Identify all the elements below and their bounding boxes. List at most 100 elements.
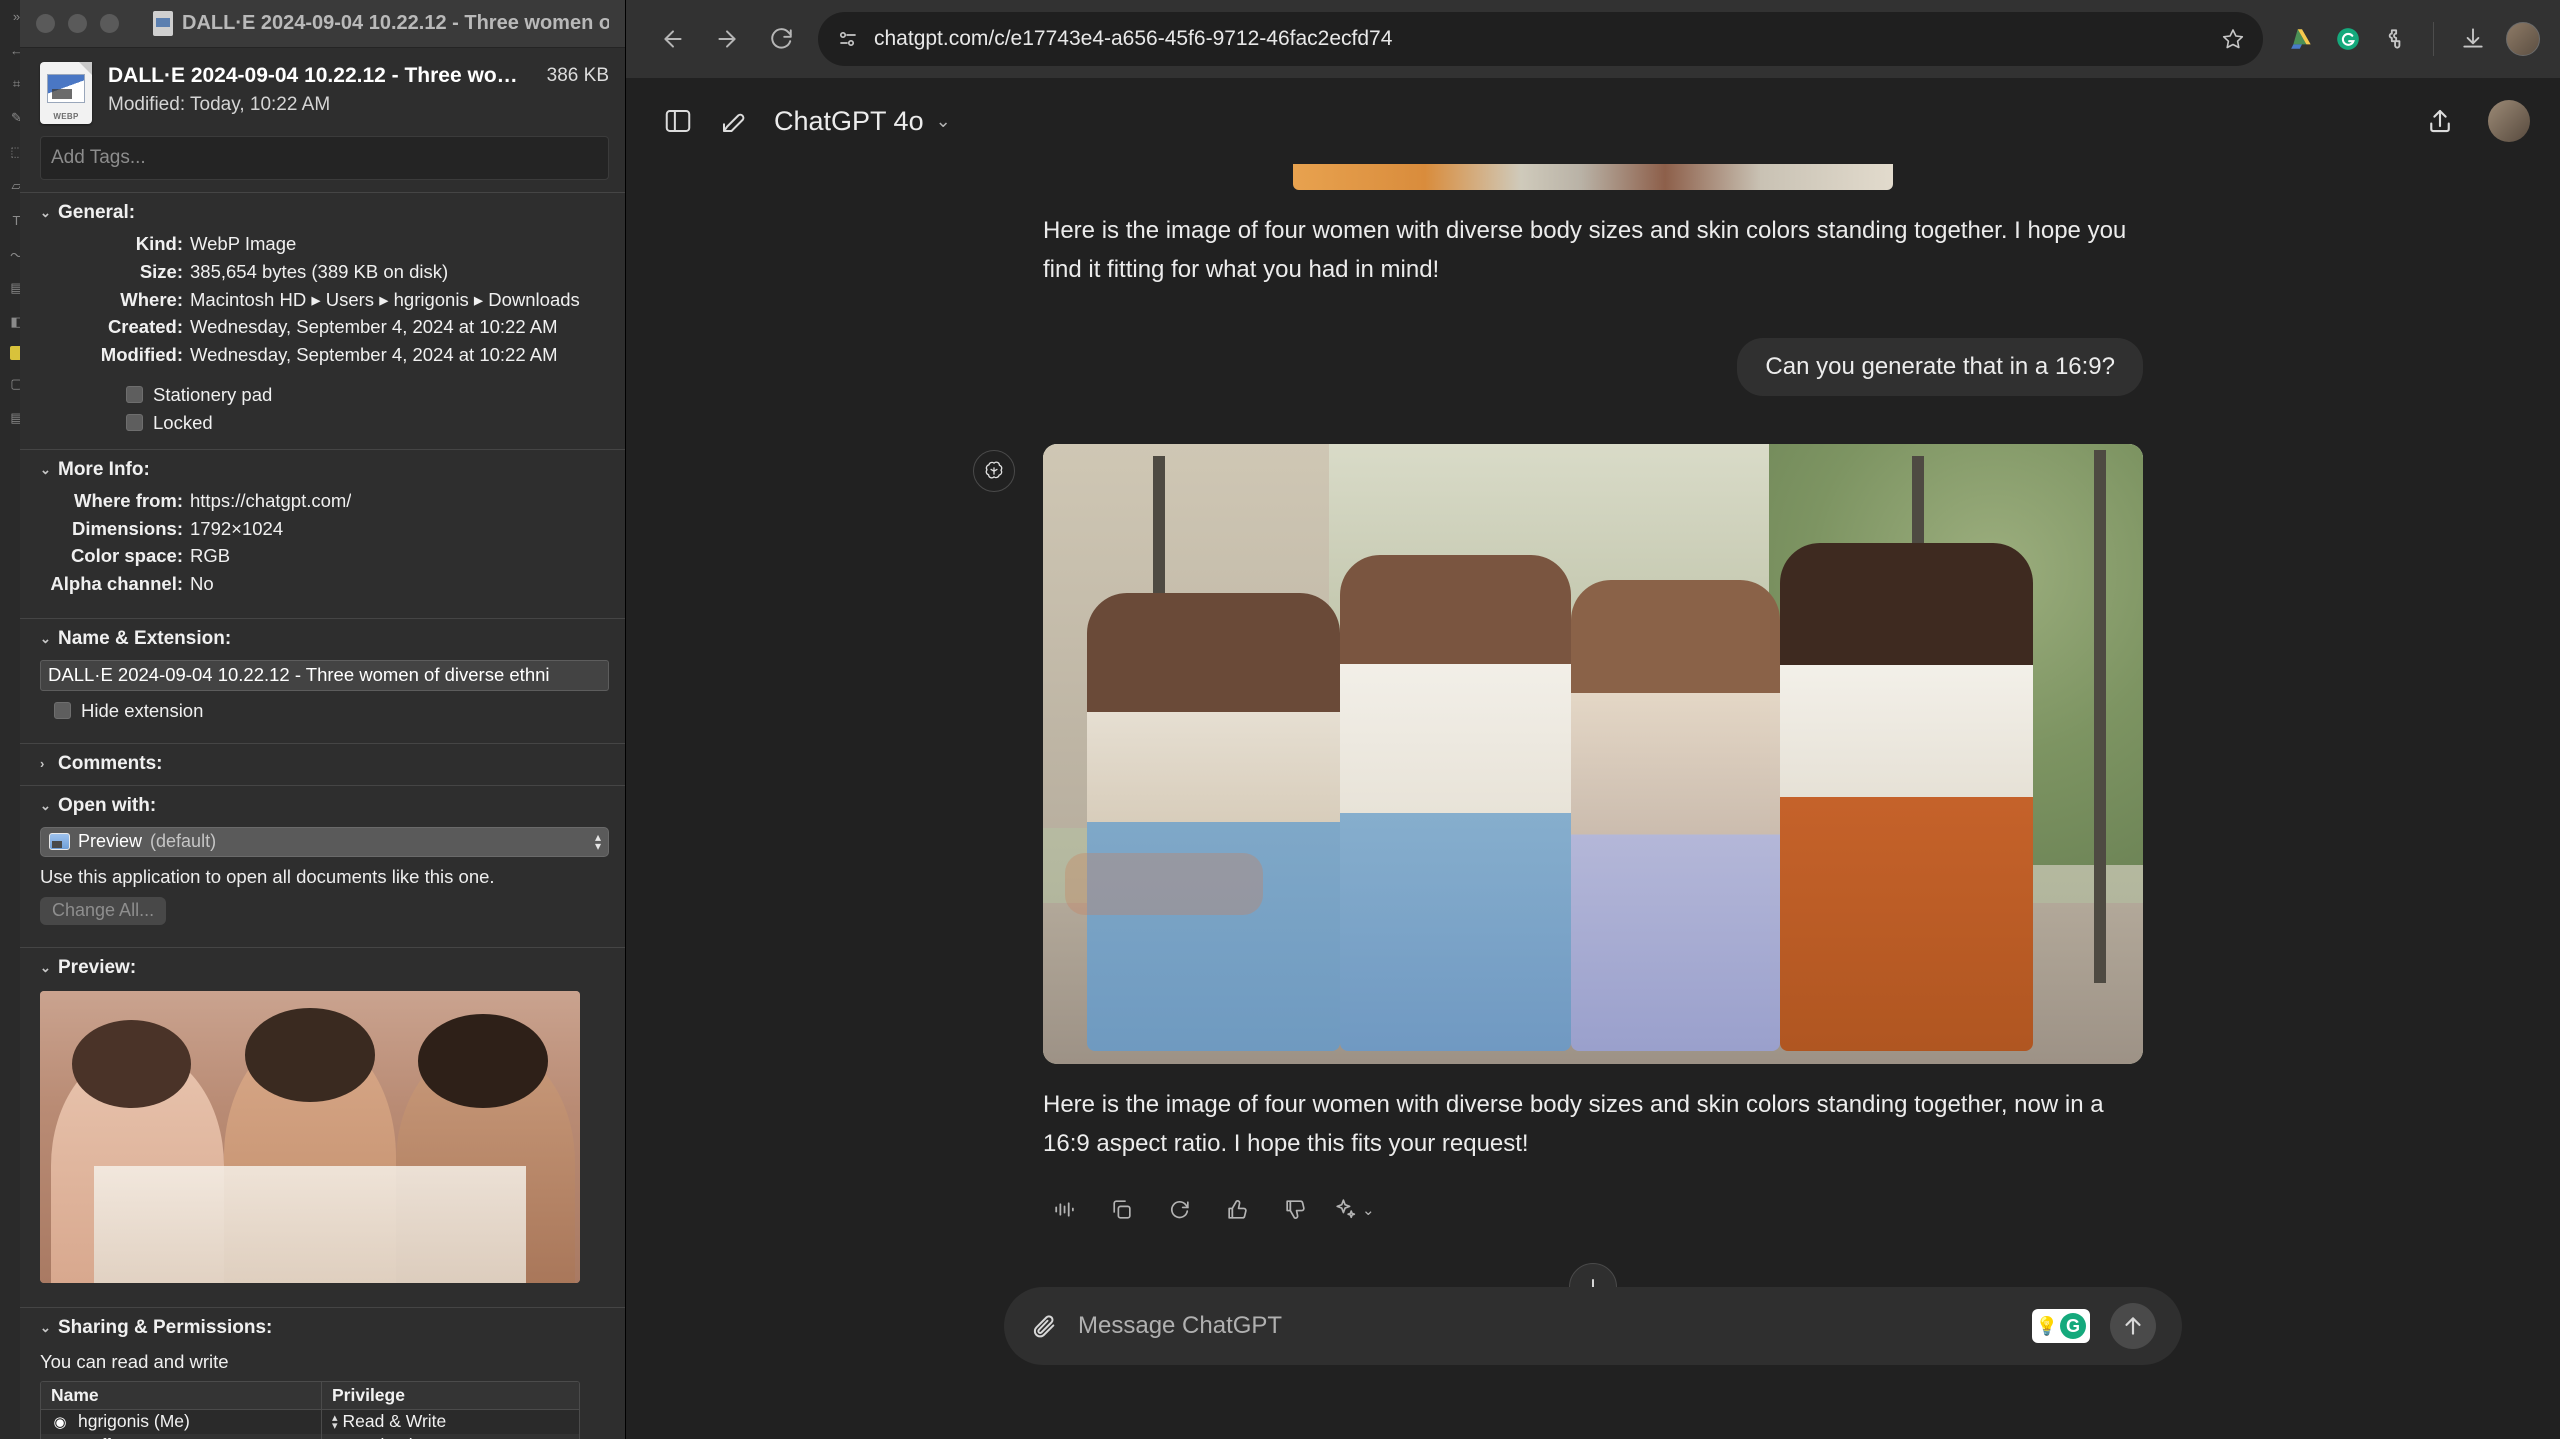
- row-color-space-key: Color space:: [40, 542, 190, 570]
- add-tags-field[interactable]: Add Tags...: [40, 136, 609, 180]
- section-more-info-header[interactable]: ⌄ More Info:: [40, 450, 609, 487]
- change-all-button[interactable]: Change All...: [40, 897, 166, 925]
- permission-name-cell: 👥 staff: [41, 1435, 321, 1439]
- minimize-button[interactable]: [68, 14, 87, 33]
- read-aloud-icon[interactable]: [1043, 1190, 1083, 1230]
- chevron-right-icon: ›: [40, 756, 50, 771]
- thumbs-down-icon[interactable]: [1275, 1190, 1315, 1230]
- hide-extension-row[interactable]: Hide extension: [40, 697, 609, 725]
- copy-icon[interactable]: [1101, 1190, 1141, 1230]
- regenerate-icon[interactable]: [1159, 1190, 1199, 1230]
- extensions-icon[interactable]: [2381, 26, 2407, 52]
- figure-3: [1571, 580, 1780, 1051]
- stationery-pad-checkbox[interactable]: [126, 386, 143, 403]
- previous-image-bottom-edge: [1293, 164, 1893, 190]
- webp-file-icon: WEBP: [40, 62, 92, 124]
- reload-icon[interactable]: [754, 12, 808, 66]
- permission-name: hgrigonis (Me): [78, 1411, 190, 1432]
- chevron-down-icon: ⌄: [40, 205, 50, 221]
- new-chat-icon[interactable]: [712, 99, 756, 143]
- section-sharing-header[interactable]: ⌄ Sharing & Permissions:: [40, 1308, 609, 1345]
- openai-logo-icon: [973, 450, 1015, 492]
- browser-extensions: [2289, 22, 2540, 56]
- model-selector[interactable]: ChatGPT 4o ⌄: [774, 106, 951, 137]
- window-controls[interactable]: [36, 14, 119, 33]
- stationery-pad-row[interactable]: Stationery pad: [40, 381, 609, 409]
- attach-icon[interactable]: [1030, 1312, 1058, 1340]
- permission-name-cell: ◉ hgrigonis (Me): [41, 1411, 321, 1432]
- back-icon[interactable]: [646, 12, 700, 66]
- assistant-message-2-block: Here is the image of four women with div…: [1043, 444, 2143, 1230]
- share-icon[interactable]: [2418, 99, 2462, 143]
- row-where-from: Where from: https://chatgpt.com/: [40, 487, 609, 515]
- section-name-extension-header[interactable]: ⌄ Name & Extension:: [40, 619, 609, 656]
- permission-privilege-cell[interactable]: ▴▾ Read & Write: [321, 1410, 579, 1434]
- stepper-icon[interactable]: ▴▾: [595, 833, 601, 851]
- avatar[interactable]: [2488, 100, 2530, 142]
- user-message-row: Can you generate that in a 16:9?: [1043, 338, 2143, 396]
- hide-extension-checkbox[interactable]: [54, 702, 71, 719]
- star-icon[interactable]: [2221, 27, 2245, 51]
- locked-row[interactable]: Locked: [40, 409, 609, 437]
- download-icon[interactable]: [2460, 26, 2486, 52]
- row-created-key: Created:: [40, 313, 190, 341]
- section-preview: ⌄ Preview:: [20, 948, 625, 1295]
- message-input[interactable]: Message ChatGPT: [1078, 1312, 2012, 1340]
- section-comments-header[interactable]: › Comments:: [40, 744, 609, 781]
- row-size-key: Size:: [40, 258, 190, 286]
- send-button[interactable]: [2110, 1303, 2156, 1349]
- profile-icon[interactable]: [2506, 22, 2540, 56]
- figure-2: [1340, 555, 1571, 1051]
- finder-titlebar: DALL·E 2024-09-04 10.22.12 - Three women…: [20, 0, 625, 48]
- row-modified-key: Modified:: [40, 341, 190, 369]
- table-row[interactable]: ◉ hgrigonis (Me) ▴▾ Read & Write: [41, 1410, 579, 1434]
- col-name-header: Name: [41, 1385, 321, 1406]
- forward-icon[interactable]: [700, 12, 754, 66]
- section-preview-header[interactable]: ⌄ Preview:: [40, 948, 609, 985]
- chevron-down-icon: ⌄: [40, 798, 50, 814]
- permission-privilege-cell[interactable]: ▴▾ Read only: [321, 1434, 579, 1439]
- open-with-app: Preview: [78, 831, 142, 852]
- message-composer[interactable]: Message ChatGPT 💡 G: [1004, 1287, 2182, 1365]
- chatgpt-header: ChatGPT 4o ⌄: [626, 78, 2560, 164]
- chatgpt-page: ChatGPT 4o ⌄ Here is the image of four w…: [626, 78, 2560, 1439]
- site-settings-icon[interactable]: [836, 27, 860, 51]
- file-name-input[interactable]: DALL·E 2024-09-04 10.22.12 - Three women…: [40, 660, 609, 691]
- address-bar[interactable]: chatgpt.com/c/e17743e4-a656-45f6-9712-46…: [818, 12, 2263, 66]
- permissions-table: Name Privilege ◉ hgrigonis (Me) ▴▾ Read …: [40, 1381, 580, 1439]
- browser-toolbar: chatgpt.com/c/e17743e4-a656-45f6-9712-46…: [626, 0, 2560, 78]
- conversation-thread[interactable]: Here is the image of four women with div…: [626, 164, 2560, 1269]
- section-name-extension: ⌄ Name & Extension: DALL·E 2024-09-04 10…: [20, 619, 625, 731]
- thumbs-up-icon[interactable]: [1217, 1190, 1257, 1230]
- row-alpha-channel: Alpha channel: No: [40, 570, 609, 598]
- close-button[interactable]: [36, 14, 55, 33]
- table-row[interactable]: 👥 staff ▴▾ Read only: [41, 1434, 579, 1439]
- generated-image[interactable]: [1043, 444, 2143, 1064]
- row-dimensions-value: 1792×1024: [190, 515, 283, 543]
- grammarly-badge[interactable]: 💡 G: [2032, 1309, 2090, 1343]
- chevron-down-icon: ⌄: [40, 462, 50, 478]
- stationery-pad-label: Stationery pad: [153, 384, 272, 406]
- open-with-select[interactable]: Preview (default) ▴▾: [40, 827, 609, 857]
- chevron-down-icon: ⌄: [40, 631, 50, 647]
- section-more-info-title: More Info:: [58, 459, 150, 481]
- grammarly-icon[interactable]: [2335, 26, 2361, 52]
- stepper-icon[interactable]: ▴▾: [332, 1414, 338, 1430]
- row-kind-value: WebP Image: [190, 230, 296, 258]
- zoom-button[interactable]: [100, 14, 119, 33]
- section-preview-title: Preview:: [58, 957, 136, 979]
- row-where-value: Macintosh HD ▸ Users ▸ hgrigonis ▸ Downl…: [190, 286, 580, 314]
- row-kind-key: Kind:: [40, 230, 190, 258]
- row-where-key: Where:: [40, 286, 190, 314]
- drive-icon[interactable]: [2289, 26, 2315, 52]
- file-size-badge: 386 KB: [547, 62, 609, 87]
- url-text: chatgpt.com/c/e17743e4-a656-45f6-9712-46…: [874, 27, 2207, 51]
- assistant-message-1: Here is the image of four women with div…: [1043, 190, 2143, 290]
- sidebar-toggle-icon[interactable]: [656, 99, 700, 143]
- grammarly-icon: G: [2060, 1313, 2086, 1339]
- row-size: Size: 385,654 bytes (389 KB on disk): [40, 258, 609, 286]
- section-open-with-header[interactable]: ⌄ Open with:: [40, 786, 609, 823]
- section-general-header[interactable]: ⌄ General:: [40, 193, 609, 230]
- model-switch-icon[interactable]: ⌄: [1333, 1190, 1375, 1230]
- locked-checkbox[interactable]: [126, 414, 143, 431]
